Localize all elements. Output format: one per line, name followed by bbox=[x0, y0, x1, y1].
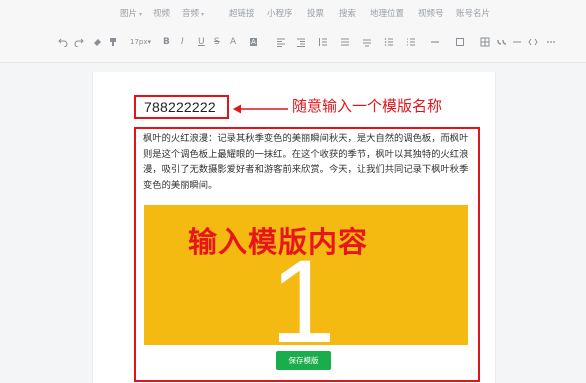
unordered-list-icon[interactable] bbox=[406, 34, 416, 50]
tab-miniprogram[interactable]: 小程序 bbox=[267, 7, 293, 19]
tab-account-card[interactable]: 账号名片 bbox=[456, 7, 490, 19]
clear-icon[interactable] bbox=[455, 34, 465, 50]
underline-button[interactable]: U bbox=[198, 34, 205, 50]
undo-icon[interactable] bbox=[58, 34, 68, 50]
bold-button[interactable]: B bbox=[163, 34, 170, 50]
template-name-value: 788222222 bbox=[144, 99, 216, 115]
arrow-left-icon bbox=[233, 104, 288, 114]
letter-spacing-icon[interactable] bbox=[362, 34, 372, 50]
ordered-list-icon[interactable] bbox=[384, 34, 394, 50]
italic-button[interactable]: I bbox=[181, 34, 184, 50]
banner-number: 1 bbox=[270, 236, 336, 345]
annotation-name-hint: 随意输入一个模版名称 bbox=[292, 97, 443, 115]
quote-icon[interactable] bbox=[497, 34, 507, 50]
format-painter-icon[interactable] bbox=[108, 34, 118, 50]
template-name-input[interactable]: 788222222 bbox=[134, 95, 229, 119]
format-toolbar-row: 17px▾ B I U S A A bbox=[0, 34, 586, 52]
horizontal-rule-icon[interactable] bbox=[430, 34, 440, 50]
table-icon[interactable] bbox=[480, 34, 490, 50]
more-icon[interactable] bbox=[546, 34, 556, 50]
insert-tabs-row: 图片 ▾ 视频 音频 ▾ 超链接 小程序 投票 搜索 地理位置 视频号 账号名片 bbox=[0, 5, 586, 23]
tab-vote[interactable]: 投票 bbox=[307, 7, 324, 19]
align-left-icon[interactable] bbox=[276, 34, 286, 50]
tab-search[interactable]: 搜索 bbox=[339, 7, 356, 19]
line-height-icon[interactable] bbox=[318, 34, 328, 50]
editor-toolbar: 图片 ▾ 视频 音频 ▾ 超链接 小程序 投票 搜索 地理位置 视频号 账号名片 1… bbox=[0, 0, 586, 63]
strikethrough-button[interactable]: S bbox=[214, 34, 220, 50]
tab-video[interactable]: 视频 bbox=[153, 7, 170, 19]
template-paragraph[interactable]: 枫叶的火红浪漫：记录其秋季变色的美丽瞬间秋天，是大自然的调色板，而枫叶则是这个调… bbox=[143, 131, 469, 193]
font-size-select[interactable]: 17px▾ bbox=[130, 34, 151, 50]
tab-location[interactable]: 地理位置 bbox=[370, 7, 404, 19]
background-color-button[interactable]: A bbox=[250, 34, 257, 50]
tab-hyperlink[interactable]: 超链接 bbox=[229, 7, 255, 19]
divider-icon[interactable] bbox=[512, 34, 522, 50]
tab-channels[interactable]: 视频号 bbox=[418, 7, 444, 19]
save-template-button[interactable]: 保存模版 bbox=[276, 351, 331, 370]
paragraph-spacing-icon[interactable] bbox=[340, 34, 350, 50]
tab-audio[interactable]: 音频 ▾ bbox=[182, 7, 204, 19]
redo-icon[interactable] bbox=[74, 34, 84, 50]
code-icon[interactable] bbox=[528, 34, 538, 50]
tab-image[interactable]: 图片 ▾ bbox=[120, 7, 142, 19]
indent-icon[interactable] bbox=[296, 34, 306, 50]
clear-format-icon[interactable] bbox=[92, 34, 102, 50]
font-color-button[interactable]: A bbox=[230, 34, 236, 50]
template-banner-image: 输入模版内容 1 bbox=[144, 205, 468, 345]
